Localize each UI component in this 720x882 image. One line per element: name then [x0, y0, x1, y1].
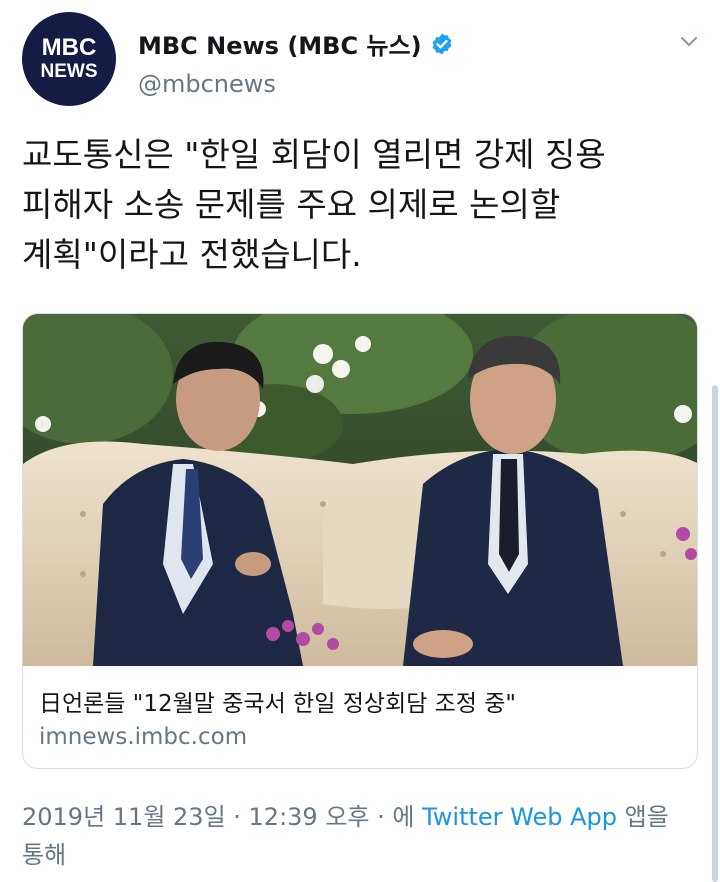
tweet-header: MBC NEWS MBC News (MBC 뉴스) @mbcnews — [0, 0, 720, 120]
scrollbar[interactable] — [712, 385, 718, 882]
avatar[interactable]: MBC NEWS — [22, 12, 116, 106]
verified-badge-icon — [432, 33, 451, 54]
chevron-down-icon[interactable] — [678, 30, 700, 52]
card-domain: imnews.imbc.com — [39, 724, 248, 750]
tweet-text-line: 교도통신은 "한일 회담이 열리면 강제 징용 — [22, 135, 606, 174]
tweet-text: 교도통신은 "한일 회담이 열리면 강제 징용 피해자 소송 문제를 주요 의제… — [22, 130, 702, 280]
tweet-timestamp[interactable]: 2019년 11월 23일 · 12:39 오후 · 에 — [22, 803, 422, 831]
display-name[interactable]: MBC News (MBC 뉴스) — [138, 26, 422, 61]
user-handle[interactable]: @mbcnews — [138, 70, 276, 98]
tweet-text-line: 피해자 소송 문제를 주요 의제로 논의할 — [22, 185, 561, 224]
tweet-meta-suffix-line2: 통해 — [22, 841, 67, 869]
card-image[interactable] — [23, 314, 697, 666]
card-photo — [23, 314, 697, 666]
tweet-text-line: 계획"이라고 전했습니다. — [22, 235, 362, 274]
tweet-meta: 2019년 11월 23일 · 12:39 오후 · 에 Twitter Web… — [22, 798, 702, 874]
avatar-logo-bottom: NEWS — [40, 61, 98, 82]
link-card[interactable]: 日언론들 "12월말 중국서 한일 정상회담 조정 중" imnews.imbc… — [22, 313, 698, 769]
card-title[interactable]: 日언론들 "12월말 중국서 한일 정상회담 조정 중" — [39, 684, 516, 718]
tweet-meta-suffix: 앱을 — [617, 803, 669, 831]
name-row[interactable]: MBC News (MBC 뉴스) — [138, 26, 454, 61]
avatar-logo-top: MBC — [41, 34, 97, 61]
source-app-link[interactable]: Twitter Web App — [422, 803, 617, 831]
